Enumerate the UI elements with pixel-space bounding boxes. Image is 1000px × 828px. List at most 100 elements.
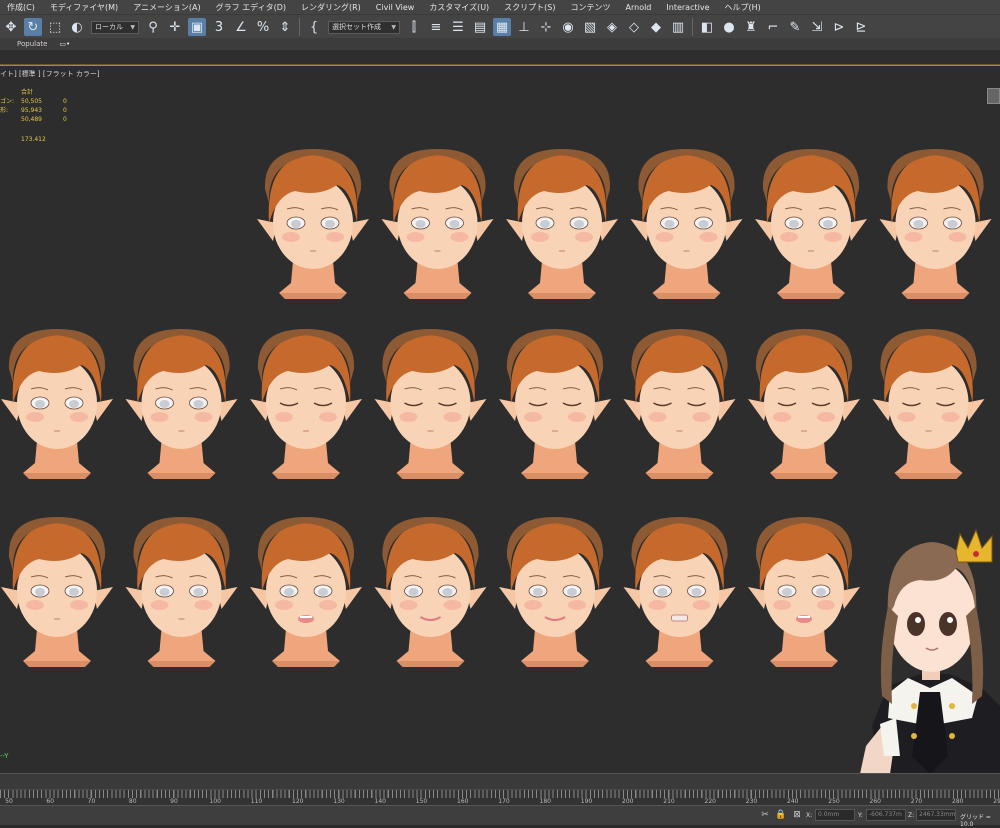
schematic-view-icon[interactable]: ⊹ [537, 18, 555, 36]
place-icon[interactable]: ◐ [68, 18, 86, 36]
z-coordinate-field[interactable]: 2467.33mm [916, 809, 956, 821]
isolate-icon[interactable]: ✂ [760, 810, 770, 820]
menu-item[interactable]: モディファイヤ(M) [43, 2, 126, 13]
arnold-icon[interactable]: ◧ [698, 18, 716, 36]
percent-snap-label: % [256, 19, 270, 35]
main-toolbar: ✥ ↻ ⬚ ◐ ローカル ▼ ⚲ ✛ ▣ 3 ∠ % ⇕ { 選択セット作成 ▼ ⫿… [0, 14, 1000, 39]
ruler-tick-label: 230 [745, 798, 758, 805]
menu-item[interactable]: レンダリング(R) [294, 2, 369, 13]
stats-label: ゴン: [0, 98, 15, 105]
angle-snap-icon[interactable]: ∠ [232, 18, 250, 36]
stats-selected: 0 [63, 107, 67, 114]
mirror-icon[interactable]: ⫿ [405, 18, 423, 36]
head-model[interactable] [125, 517, 238, 667]
head-model[interactable] [623, 517, 736, 667]
rendered-frame-icon[interactable]: ◈ [603, 18, 621, 36]
menu-item[interactable]: Interactive [659, 3, 717, 12]
head-model[interactable] [748, 517, 860, 667]
menu-item[interactable]: グラフ エディタ(D) [209, 2, 294, 13]
keyboard-shortcut-override-icon[interactable]: ▣ [188, 18, 206, 36]
ruler-tick-label: 180 [539, 798, 551, 805]
curve-editor-icon[interactable]: ⊥ [515, 18, 533, 36]
layer-explorer-icon[interactable]: ☰ [449, 18, 467, 36]
select-move-icon[interactable]: ✥ [2, 18, 20, 36]
align-icon[interactable]: ≡ [427, 18, 445, 36]
menu-item[interactable]: Civil View [369, 3, 423, 12]
ruler-tick-label: 270 [910, 798, 923, 805]
head-model[interactable] [499, 329, 611, 479]
scene-explorer-icon[interactable]: ▦ [493, 18, 511, 36]
menu-item[interactable]: Arnold [619, 3, 660, 12]
export-icon[interactable]: ⇲ [808, 18, 826, 36]
viewcube-icon[interactable] [987, 88, 1000, 104]
menu-item[interactable]: コンテンツ [564, 2, 619, 13]
select-manipulate-icon[interactable]: ✛ [166, 18, 184, 36]
menu-item[interactable]: アニメーション(A) [126, 2, 208, 13]
grid-size-label: グリッド = 10.0 [960, 814, 991, 828]
head-model[interactable] [374, 517, 487, 667]
material-editor-icon[interactable]: ◉ [559, 18, 577, 36]
select-rotate-icon[interactable]: ↻ [24, 18, 42, 36]
toolbar-separator [299, 18, 300, 36]
lock-icon[interactable]: 🔒 [775, 810, 786, 820]
head-model[interactable] [1, 329, 113, 479]
y-coordinate-field[interactable]: -606.737m [866, 809, 906, 821]
light-icon[interactable]: ● [720, 18, 738, 36]
shirt-icon[interactable]: ♜ [742, 18, 760, 36]
ribbon-options-icon[interactable]: ▭• [59, 40, 70, 48]
ruler-tick-label: 220 [704, 798, 716, 805]
head-model[interactable] [879, 149, 992, 299]
menu-item[interactable]: スクリプト(S) [497, 2, 563, 13]
snaps-toggle-icon[interactable]: 3 [210, 18, 228, 36]
head-model[interactable] [1, 517, 113, 667]
viewport-label[interactable]: イト] [標準 ] [フラット カラー] [0, 69, 100, 79]
x-coordinate-field[interactable]: 0.0mm [815, 809, 855, 821]
head-model[interactable] [374, 329, 487, 479]
head-model[interactable] [748, 329, 860, 479]
ruler-tick-label: 70 [87, 798, 96, 805]
absolute-mode-icon[interactable]: ⊠ [792, 810, 802, 820]
batch-export-icon[interactable]: ⊵ [852, 18, 870, 36]
stats-selected: 0 [63, 98, 67, 105]
edit-named-selection-icon[interactable]: { [305, 18, 323, 36]
head-model[interactable] [623, 329, 736, 479]
render-grid-icon[interactable]: ▥ [669, 18, 687, 36]
gun-icon[interactable]: ⌐ [764, 18, 782, 36]
ruler-tick-label: 250 [828, 798, 840, 805]
ruler-tick-label: 260 [869, 798, 881, 805]
head-model[interactable] [630, 149, 743, 299]
vtuber-avatar [860, 528, 1000, 773]
head-model[interactable] [250, 329, 362, 479]
stats-value: 50,489 [21, 116, 42, 123]
head-model[interactable] [499, 517, 611, 667]
toggle-ribbon-icon[interactable]: ▤ [471, 18, 489, 36]
spinner-snap-icon[interactable]: ⇕ [276, 18, 294, 36]
render-iterative-icon[interactable]: ◆ [647, 18, 665, 36]
head-model[interactable] [506, 149, 618, 299]
head-model[interactable] [755, 149, 867, 299]
perspective-viewport[interactable]: イト] [標準 ] [フラット カラー] 合計 ゴン: 50,505 0 形: 95,… [0, 65, 1000, 773]
track-bar-ruler[interactable]: 50 60 70 80 90 100 110 120 130 140 150 160 170 180 190… [0, 789, 1000, 806]
menu-item[interactable]: カスタマイズ(U) [422, 2, 497, 13]
time-slider[interactable] [0, 773, 1000, 790]
statistics-overlay: 合計 ゴン: 50,505 0 形: 95,943 0 50,489 0 [0, 88, 75, 124]
stats-selected: 0 [63, 116, 67, 123]
reference-coordinate-dropdown[interactable]: ローカル ▼ [91, 20, 139, 34]
populate-tab[interactable]: Populate [17, 40, 47, 48]
menu-item[interactable]: 作成(C) [0, 2, 43, 13]
head-model[interactable] [250, 517, 362, 667]
tools-icon[interactable]: ✎ [786, 18, 804, 36]
head-model[interactable] [125, 329, 238, 479]
pivot-center-icon[interactable]: ⚲ [144, 18, 162, 36]
play-export-icon[interactable]: ⊳ [830, 18, 848, 36]
head-model[interactable] [381, 149, 494, 299]
render-icon[interactable]: ◇ [625, 18, 643, 36]
menu-item[interactable]: ヘルプ(H) [717, 2, 768, 13]
render-setup-icon[interactable]: ▧ [581, 18, 599, 36]
head-model[interactable] [257, 149, 369, 299]
status-bar: ✂ 🔒 ⊠ X: 0.0mm Y: -606.737m Z: 2467.33mm… [0, 805, 1000, 828]
reference-coordinate-value: ローカル [95, 23, 123, 31]
select-scale-icon[interactable]: ⬚ [46, 18, 64, 36]
percent-snap-icon[interactable]: % [254, 18, 272, 36]
named-selection-dropdown[interactable]: 選択セット作成 ▼ [328, 20, 400, 34]
